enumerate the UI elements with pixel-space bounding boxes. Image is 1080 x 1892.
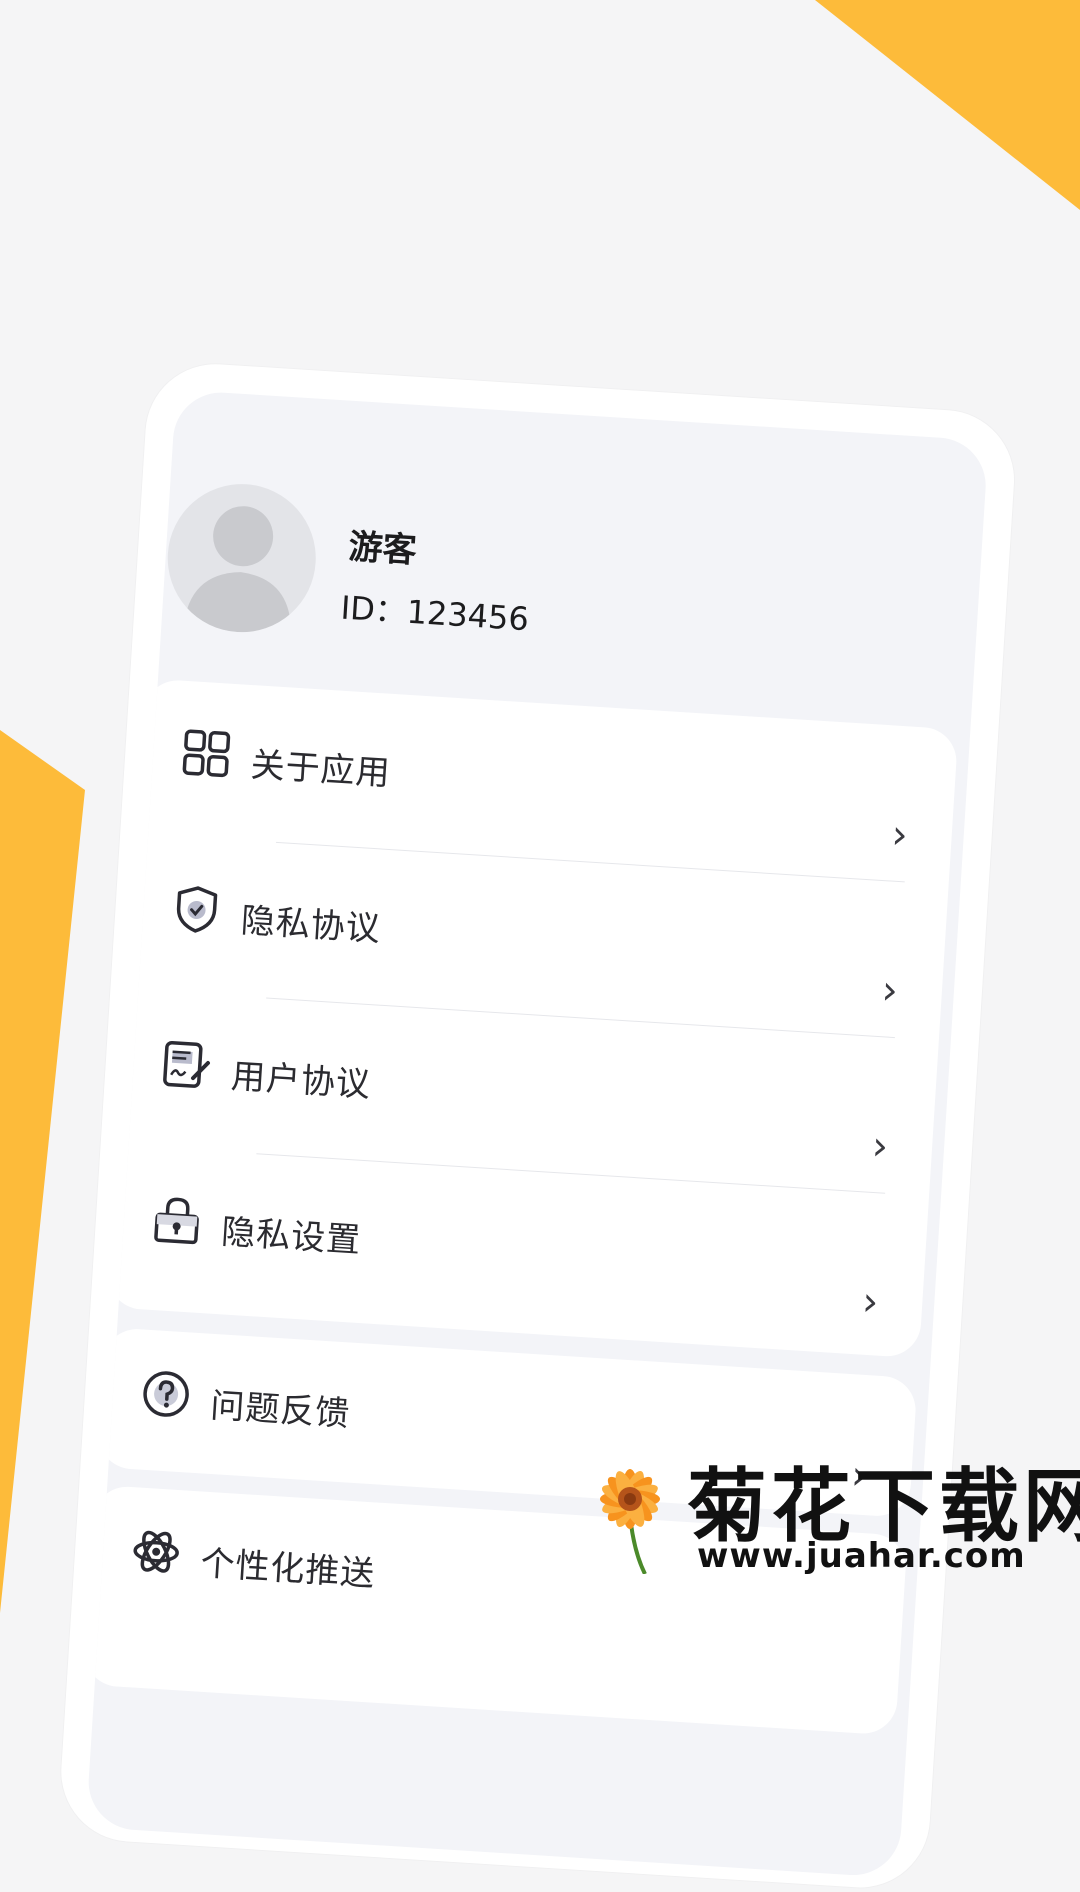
chevron-right-icon: › bbox=[870, 1122, 890, 1170]
left-accent-shape bbox=[0, 730, 85, 1613]
grid-icon bbox=[182, 729, 231, 778]
profile-screen: 游客 ID：123456 关于应用 › 隐私协议 › 用户协议 › 隐私设置 ›… bbox=[85, 389, 989, 1878]
watermark-url: www.juahar.com bbox=[697, 1536, 1026, 1576]
menu-item-label: 关于应用 bbox=[249, 745, 392, 794]
shield-check-icon bbox=[176, 886, 218, 933]
phone-mockup: 游客 ID：123456 关于应用 › 隐私协议 › 用户协议 › 隐私设置 ›… bbox=[57, 360, 1019, 1892]
chevron-right-icon: › bbox=[880, 967, 900, 1015]
question-icon bbox=[143, 1371, 189, 1417]
menu-item-label: 用户协议 bbox=[229, 1056, 373, 1106]
profile-header[interactable]: 游客 ID：123456 bbox=[161, 479, 983, 681]
top-right-accent-shape bbox=[815, 0, 1080, 210]
avatar[interactable] bbox=[163, 479, 321, 637]
chevron-right-icon: › bbox=[890, 811, 910, 859]
chevron-right-icon: › bbox=[860, 1278, 880, 1326]
user-name: 游客 bbox=[347, 526, 418, 572]
site-watermark: 菊花下载网 www.juahar.com bbox=[575, 1438, 1080, 1613]
document-sign-icon bbox=[163, 1040, 210, 1088]
phone-frame: 游客 ID：123456 关于应用 › 隐私协议 › 用户协议 › 隐私设置 ›… bbox=[57, 360, 1019, 1892]
menu-item-label: 个性化推送 bbox=[199, 1543, 377, 1595]
user-placeholder-icon bbox=[183, 506, 291, 636]
lock-icon bbox=[154, 1197, 199, 1245]
flower-logo-icon bbox=[600, 1469, 660, 1574]
menu-item-label: 隐私设置 bbox=[220, 1212, 363, 1261]
menu-item-label: 隐私协议 bbox=[239, 900, 382, 950]
menu-item-label: 问题反馈 bbox=[209, 1385, 352, 1435]
atom-icon bbox=[133, 1530, 179, 1573]
user-id: ID：123456 bbox=[339, 588, 530, 639]
settings-card: 关于应用 › 隐私协议 › 用户协议 › 隐私设置 › bbox=[106, 678, 959, 1359]
